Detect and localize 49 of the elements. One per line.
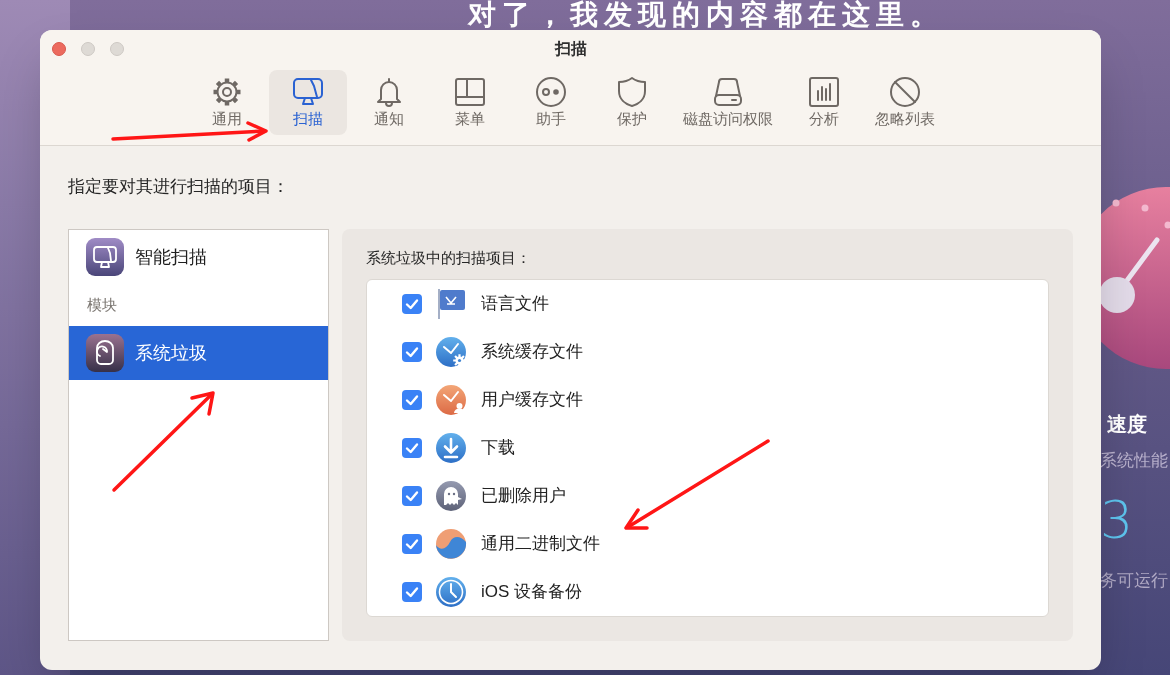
checkbox[interactable] [402, 582, 422, 602]
swirl-icon [435, 528, 467, 560]
speed-caption: 务可运行 [1100, 570, 1169, 592]
headline: 对了，我发现的内容都在这里。 [468, 1, 944, 29]
item-label: 用户缓存文件 [481, 389, 583, 411]
toolbar-tab[interactable]: 忽略列表 [866, 70, 944, 135]
module-item[interactable]: 系统垃圾 [69, 326, 328, 380]
speed-title: 速度 [1106, 412, 1148, 437]
download-icon [435, 432, 467, 464]
toolbar-tab[interactable]: 分析 [785, 70, 863, 135]
toolbar-tab[interactable]: 扫描 [269, 70, 347, 135]
layout-icon [453, 75, 487, 109]
section-header: 模块 [87, 296, 117, 314]
item-label: 通用二进制文件 [481, 533, 600, 555]
checkbox[interactable] [402, 486, 422, 506]
toolbar-tab[interactable]: 菜单 [431, 70, 509, 135]
prohibited-icon [888, 75, 922, 109]
bar-chart-icon [807, 75, 841, 109]
toolbar-tab[interactable]: 通用 [188, 70, 266, 135]
speed-subtitle: 系统性能 [1100, 450, 1169, 472]
circle-dots-icon [534, 75, 568, 109]
hard-drive-icon [711, 75, 745, 109]
item-label: 下载 [481, 437, 515, 459]
flag-icon [435, 288, 467, 320]
capsule-swirl-icon [86, 334, 124, 372]
item-label: 系统缓存文件 [481, 341, 583, 363]
toolbar-tab[interactable]: 保护 [593, 70, 671, 135]
checkbox[interactable] [402, 342, 422, 362]
ghost-icon [435, 480, 467, 512]
checkbox[interactable] [402, 534, 422, 554]
item-label: 已删除用户 [481, 485, 566, 507]
item-label: iOS 设备备份 [481, 581, 583, 603]
monitor-icon [86, 238, 124, 276]
checkbox[interactable] [402, 390, 422, 410]
window-title: 扫描 [554, 39, 587, 59]
checkbox[interactable] [402, 438, 422, 458]
toolbar-tab[interactable]: 助手 [512, 70, 590, 135]
checkbox[interactable] [402, 294, 422, 314]
prompt-text: 指定要对其进行扫描的项目： [68, 176, 290, 198]
shield-icon [615, 75, 649, 109]
toolbar-tab[interactable]: 通知 [350, 70, 428, 135]
speed-value: 3 [1100, 492, 1135, 548]
toolbar-tab[interactable]: 磁盘访问权限 [674, 70, 782, 135]
item-label: 语言文件 [481, 293, 549, 315]
clock-gear-icon [435, 336, 467, 368]
clock-icon [435, 576, 467, 608]
clock-badge-icon [435, 384, 467, 416]
panel-title: 系统垃圾中的扫描项目： [366, 249, 532, 267]
close-button[interactable] [52, 42, 66, 56]
